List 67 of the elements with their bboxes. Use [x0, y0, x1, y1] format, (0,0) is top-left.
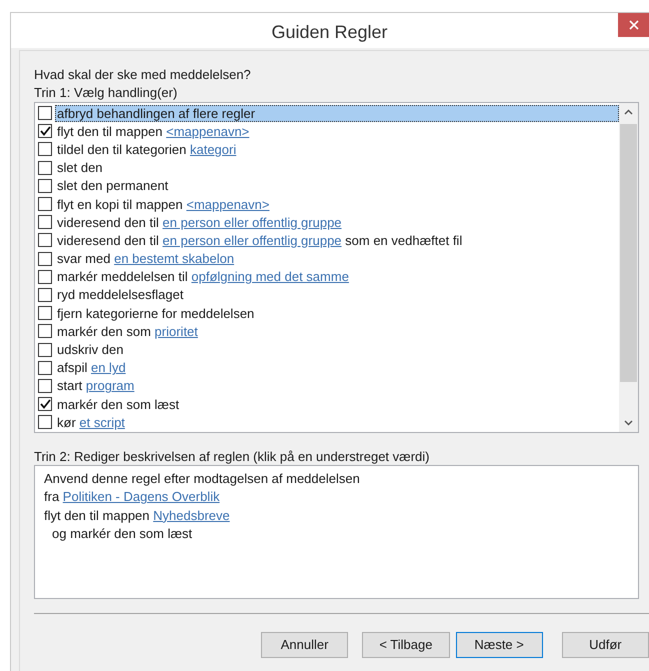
action-item[interactable]: markér den som læst: [55, 396, 619, 413]
checkbox[interactable]: [38, 415, 52, 430]
value-link[interactable]: <mappenavn>: [186, 196, 270, 212]
action-item[interactable]: tildel den til kategorien kategori: [55, 140, 619, 158]
action-item[interactable]: afspil en lyd: [55, 359, 619, 376]
checkbox[interactable]: [38, 324, 52, 338]
checkbox[interactable]: [38, 288, 52, 302]
action-item[interactable]: afbryd behandlingen af flere regler: [55, 104, 619, 122]
action-item[interactable]: slet den permanent: [55, 177, 619, 194]
checkbox[interactable]: [38, 106, 52, 120]
action-item[interactable]: start program: [55, 377, 619, 394]
dialog-button[interactable]: Næste >: [456, 632, 543, 658]
value-link[interactable]: et script: [79, 414, 125, 430]
value-link[interactable]: kategori: [190, 142, 236, 157]
action-item[interactable]: fjern kategorierne for meddelelsen: [55, 304, 619, 322]
description-line: og markér den som læst: [51, 524, 194, 542]
action-item[interactable]: udskriv den: [55, 341, 619, 358]
step-label: Trin 1: Vælg handling(er): [34, 84, 178, 102]
value-link[interactable]: opfølgning med det samme: [191, 269, 349, 284]
checkbox[interactable]: [38, 142, 52, 156]
value-link[interactable]: en person eller offentlig gruppe: [162, 232, 342, 248]
checkbox[interactable]: [38, 124, 52, 138]
value-link[interactable]: Politiken - Dagens Overblik: [62, 489, 220, 504]
scroll-thumb[interactable]: [620, 124, 637, 382]
checkbox[interactable]: [38, 270, 52, 284]
value-link[interactable]: en person eller offentlig gruppe: [162, 214, 342, 230]
value-link[interactable]: <mappenavn>: [166, 124, 250, 139]
scroll-up-icon[interactable]: [624, 109, 633, 115]
value-link[interactable]: Nyhedsbreve: [153, 508, 230, 523]
checkbox[interactable]: [38, 378, 52, 393]
checkbox[interactable]: [38, 178, 52, 193]
checkbox[interactable]: [38, 252, 52, 266]
checkbox[interactable]: [38, 360, 52, 375]
value-link[interactable]: prioritet: [154, 324, 198, 339]
action-item[interactable]: markér den som prioritet: [55, 322, 619, 340]
checkbox[interactable]: [38, 233, 52, 248]
scrollbar[interactable]: [619, 103, 638, 432]
checkbox[interactable]: [38, 342, 52, 357]
value-link[interactable]: program: [86, 378, 134, 394]
action-item[interactable]: kør et script: [55, 414, 619, 431]
checkbox[interactable]: [38, 197, 52, 212]
value-link[interactable]: en lyd: [90, 360, 126, 376]
checkbox[interactable]: [38, 215, 52, 230]
checkbox[interactable]: [38, 397, 52, 412]
action-item[interactable]: flyt den til mappen <mappenavn>: [55, 122, 619, 140]
step-label: Trin 2: Rediger beskrivelsen af reglen (klik på en understreget værdi): [34, 448, 430, 465]
dialog-button[interactable]: Udfør: [562, 632, 649, 658]
dialog-button[interactable]: Annuller: [261, 632, 348, 658]
close-button[interactable]: [618, 13, 649, 37]
description-line: fra Politiken - Dagens Overblik: [44, 488, 221, 506]
action-item[interactable]: svar med en bestemt skabelon: [55, 250, 619, 268]
close-icon: [628, 20, 638, 30]
dialog-button[interactable]: < Tilbage: [362, 632, 450, 658]
action-item[interactable]: ryd meddelelsesflaget: [55, 286, 619, 304]
action-item[interactable]: flyt en kopi til mappen <mappenavn>: [55, 196, 619, 213]
value-link[interactable]: en bestemt skabelon: [114, 251, 234, 266]
action-item[interactable]: videresend den til en person eller offentlig gruppe: [55, 214, 619, 231]
action-item[interactable]: markér meddelelsen til opfølgning med det samme: [55, 268, 619, 286]
scroll-down-icon[interactable]: [624, 420, 633, 426]
description-line: Anvend denne regel efter modtagelsen af meddelelsen: [44, 470, 361, 488]
question-text: Hvad skal der ske med meddelelsen?: [34, 66, 252, 83]
window-title: Guiden Regler: [270, 21, 389, 44]
checkbox[interactable]: [38, 306, 52, 320]
description-line: flyt den til mappen Nyhedsbreve: [44, 506, 231, 524]
action-item[interactable]: videresend den til en person eller offentlig gruppe som en vedhæftet fil: [55, 232, 619, 249]
checkbox[interactable]: [38, 160, 52, 175]
action-item[interactable]: slet den: [55, 159, 619, 176]
